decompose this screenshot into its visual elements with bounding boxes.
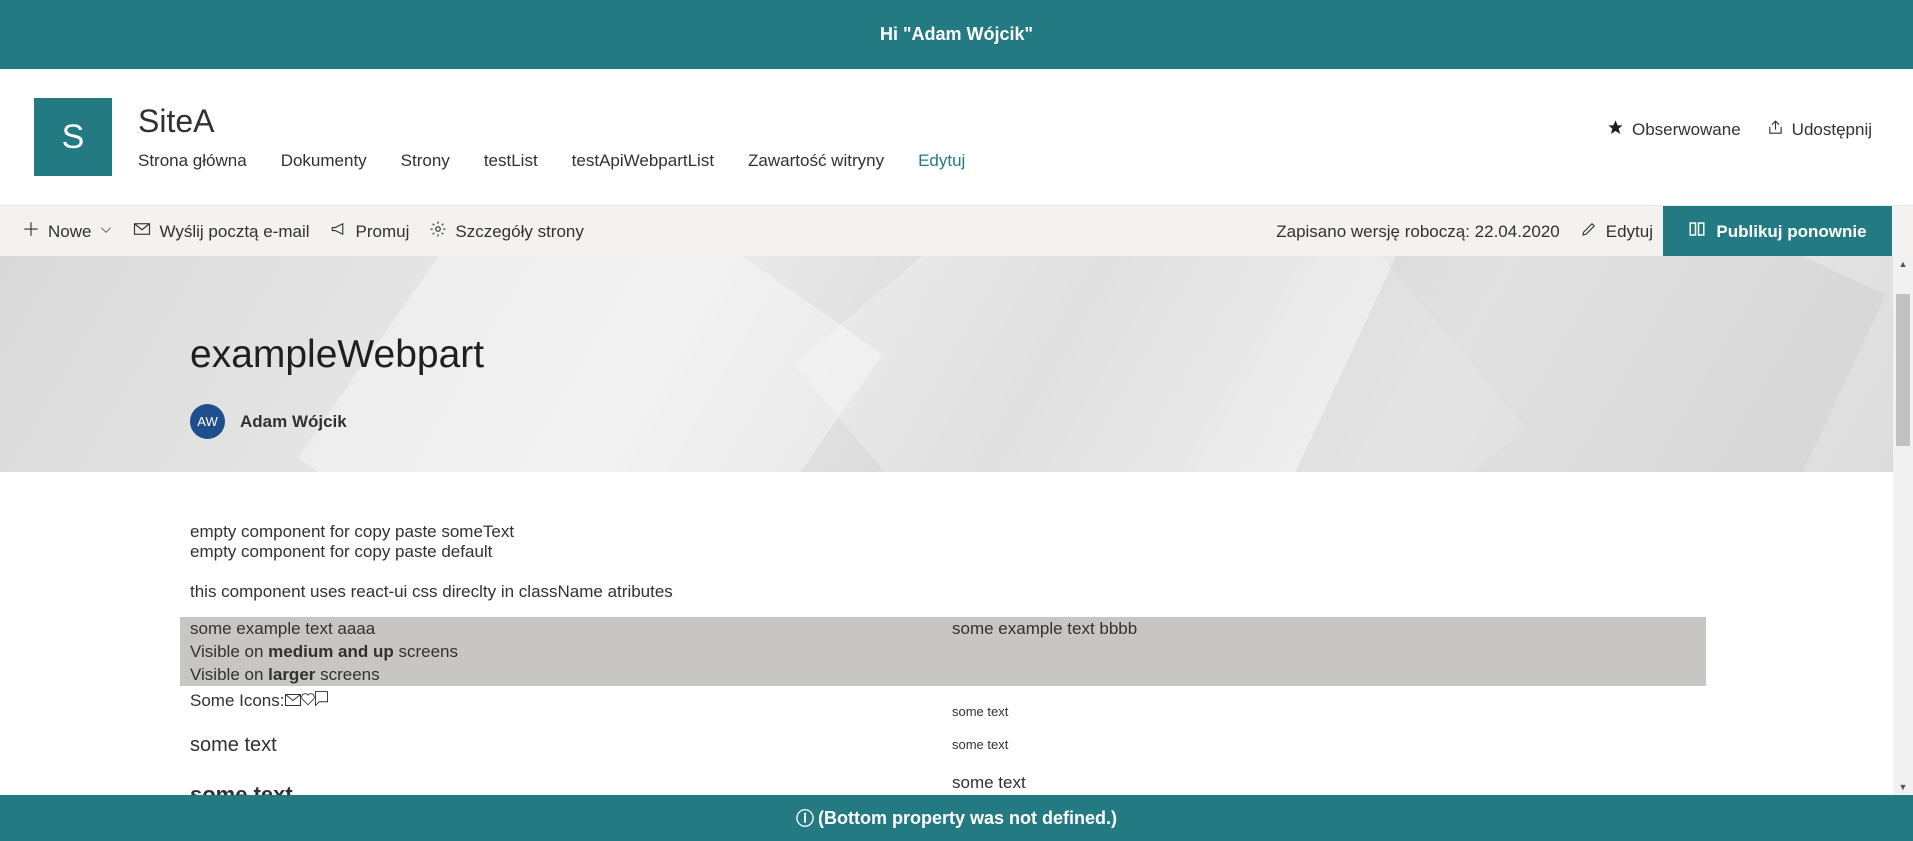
book-icon <box>1688 220 1706 243</box>
content-line: empty component for copy paste someText <box>190 522 515 541</box>
new-label: Nowe <box>48 221 92 241</box>
promote-label: Promuj <box>355 221 410 241</box>
share-button[interactable]: Udostępnij <box>1767 119 1872 141</box>
nav-item-testlist[interactable]: testList <box>484 151 538 171</box>
share-icon <box>1767 119 1784 141</box>
plus-icon <box>22 220 40 243</box>
author-name: Adam Wójcik <box>240 411 347 431</box>
left-text-large: some text <box>190 782 293 795</box>
site-navigation: Strona główna Dokumenty Strony testList … <box>138 151 965 171</box>
mail-icon <box>133 220 151 243</box>
visible-larger-pre: Visible on <box>190 665 269 684</box>
page-title: exampleWebpart <box>190 333 485 376</box>
nav-item-home[interactable]: Strona główna <box>138 151 247 171</box>
bottom-placeholder-banner: ⓘ (Bottom property was not defined.) <box>0 795 1913 841</box>
grid-column-right: some example text bbbb <box>952 617 1137 640</box>
draft-saved-status: Zapisano wersję roboczą: 22.04.2020 <box>1276 221 1560 241</box>
heart-icon <box>300 691 315 711</box>
megaphone-icon <box>330 220 348 243</box>
nav-edit-link[interactable]: Edytuj <box>918 151 965 171</box>
page-title-banner: exampleWebpart AW Adam Wójcik <box>0 256 1893 472</box>
scroll-thumb[interactable] <box>1896 294 1910 446</box>
nav-item-site-contents[interactable]: Zawartość witryny <box>748 151 884 171</box>
visible-larger-bold: larger <box>268 665 316 684</box>
visible-larger-post: screens <box>315 665 380 684</box>
command-bar-left: Nowe Wyślij pocztą e-mail Promuj Szczegó… <box>22 206 584 257</box>
avatar: AW <box>190 404 225 439</box>
left-text-medium: some text <box>190 734 277 756</box>
gear-icon <box>429 220 447 243</box>
vertical-scrollbar[interactable]: ▲ ▼ <box>1893 256 1913 795</box>
author-byline[interactable]: AW Adam Wójcik <box>190 404 347 439</box>
command-bar-right: Zapisano wersję roboczą: 22.04.2020 Edyt… <box>1276 206 1913 257</box>
visible-larger-text: Visible on larger screens <box>190 663 458 686</box>
page-content: empty component for copy paste someText … <box>0 472 1893 795</box>
nav-item-testapiwebpartlist[interactable]: testApiWebpartList <box>572 151 714 171</box>
share-label: Udostępnij <box>1791 120 1872 139</box>
content-line: empty component for copy paste default <box>190 542 493 561</box>
pencil-icon <box>1580 220 1598 243</box>
command-bar: Nowe Wyślij pocztą e-mail Promuj Szczegó… <box>0 205 1913 257</box>
republish-button[interactable]: Publikuj ponownie <box>1663 206 1892 257</box>
send-email-label: Wyślij pocztą e-mail <box>159 221 310 241</box>
edit-button[interactable]: Edytuj <box>1580 220 1653 243</box>
site-title[interactable]: SiteA <box>138 103 214 140</box>
right-text-small: some text <box>952 737 1009 752</box>
site-logo[interactable]: S <box>34 98 112 176</box>
chevron-down-icon <box>99 222 113 242</box>
top-banner-text: Hi "Adam Wójcik" <box>879 24 1034 44</box>
follow-label: Obserwowane <box>1632 120 1741 139</box>
visible-medium-bold: medium and up <box>268 642 394 661</box>
right-text-medium: some text <box>952 773 1026 792</box>
responsive-grid-box: some example text aaaa Visible on medium… <box>180 617 1706 686</box>
follow-button[interactable]: Obserwowane <box>1607 119 1741 141</box>
promote-button[interactable]: Promuj <box>330 220 410 243</box>
nav-item-documents[interactable]: Dokumenty <box>281 151 367 171</box>
site-logo-letter: S <box>61 117 85 156</box>
scroll-up-arrow-icon[interactable]: ▲ <box>1893 256 1913 272</box>
visible-medium-pre: Visible on <box>190 642 269 661</box>
page-details-label: Szczegóły strony <box>455 221 584 241</box>
example-text-aaaa: some example text aaaa <box>190 619 376 638</box>
visible-medium-post: screens <box>393 642 459 661</box>
grid-column-left: some example text aaaa Visible on medium… <box>190 617 458 686</box>
info-icon: ⓘ <box>796 809 814 829</box>
scroll-down-arrow-icon[interactable]: ▼ <box>1893 779 1913 795</box>
send-email-button[interactable]: Wyślij pocztą e-mail <box>133 220 310 243</box>
example-text-bbbb: some example text bbbb <box>952 619 1138 638</box>
nav-item-pages[interactable]: Strony <box>401 151 450 171</box>
comment-icon <box>314 691 328 711</box>
mail-icon <box>284 691 301 711</box>
header-actions: Obserwowane Udostępnij <box>1607 119 1872 141</box>
icons-row: Some Icons: <box>190 691 328 711</box>
icons-label: Some Icons: <box>190 691 285 710</box>
page-details-button[interactable]: Szczegóły strony <box>429 220 584 243</box>
visible-medium-text: Visible on medium and up screens <box>190 640 458 663</box>
content-line: this component uses react-ui css direclt… <box>190 582 673 601</box>
bottom-banner-text: (Bottom property was not defined.) <box>818 807 1117 828</box>
new-button[interactable]: Nowe <box>22 220 113 243</box>
site-header: S SiteA Strona główna Dokumenty Strony t… <box>0 69 1913 205</box>
star-icon <box>1607 119 1624 141</box>
top-placeholder-banner: Hi "Adam Wójcik" <box>0 0 1913 69</box>
edit-label: Edytuj <box>1605 221 1653 241</box>
right-text-small: some text <box>952 704 1009 719</box>
republish-label: Publikuj ponownie <box>1716 221 1867 241</box>
